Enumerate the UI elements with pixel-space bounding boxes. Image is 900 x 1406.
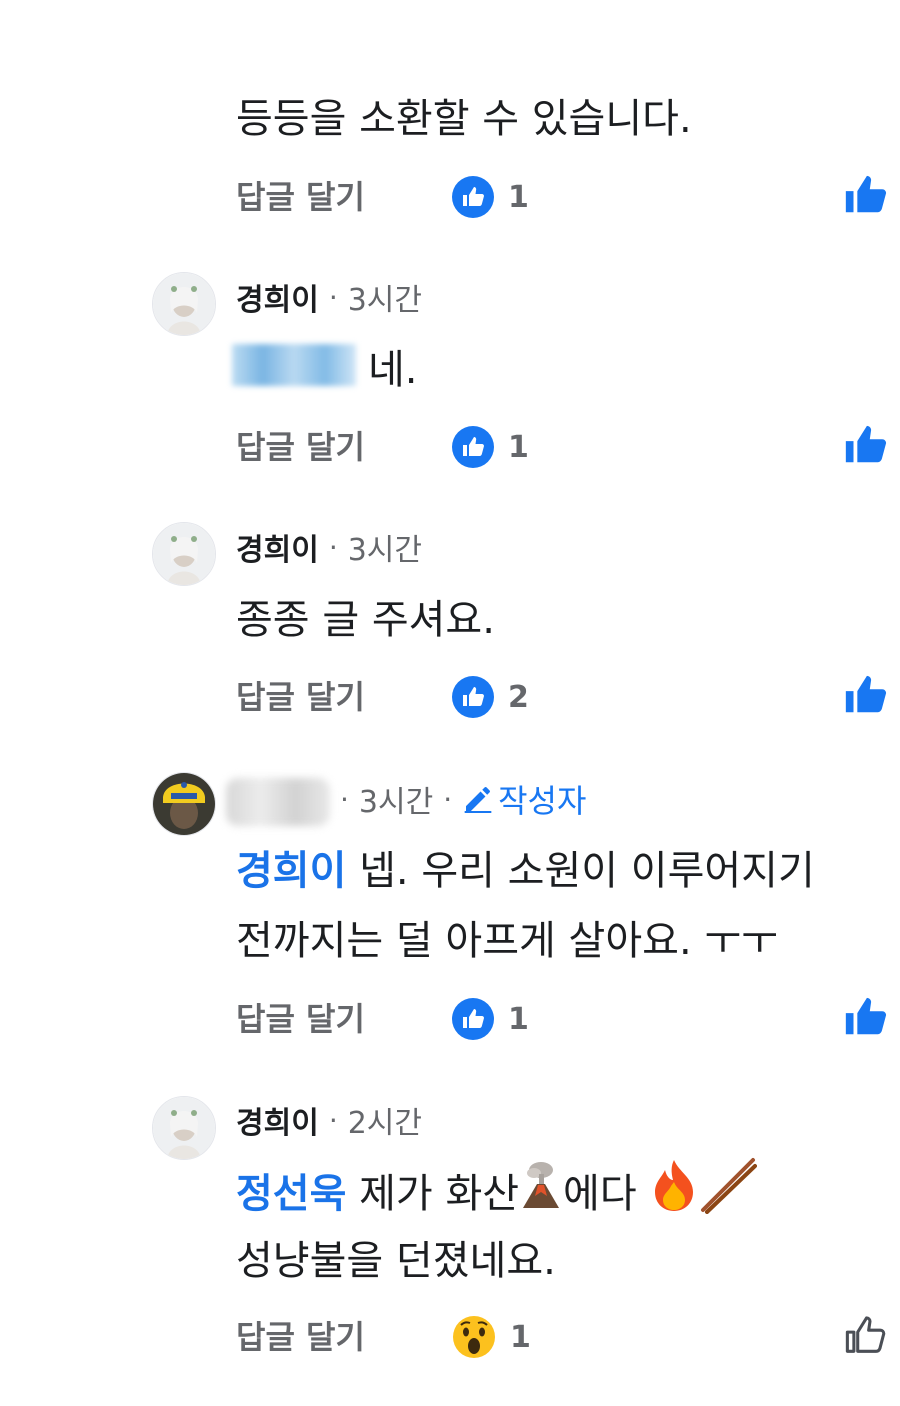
separator: · [328, 530, 338, 564]
reply-button[interactable]: 답글 달기 [236, 422, 365, 472]
thumbs-up-icon [845, 997, 887, 1035]
redacted-name [226, 778, 330, 826]
author-name[interactable]: 경희이 [236, 275, 319, 319]
avatar[interactable] [152, 272, 216, 336]
comment-text: 네. [368, 347, 418, 393]
comment-text-part1: 제가 화산 [359, 1171, 520, 1217]
reaction-summary[interactable]: 2 [452, 676, 529, 718]
like-button[interactable] [842, 994, 888, 1040]
comment-header: · 3시간 · 작성자 [330, 776, 586, 822]
reply-button[interactable]: 답글 달기 [236, 172, 365, 222]
like-button[interactable] [842, 1312, 888, 1358]
avatar[interactable] [152, 1096, 216, 1160]
volcano-emoji [519, 1160, 563, 1232]
author-badge: 작성자 [462, 776, 586, 822]
like-icon [452, 426, 494, 468]
comment-actions: 답글 달기 1 [0, 994, 900, 1044]
mention-link[interactable]: 경희이 [236, 848, 346, 894]
timestamp[interactable]: 3시간 [348, 525, 422, 569]
timestamp[interactable]: 3시간 [359, 777, 433, 821]
comment-header: 경희이 · 3시간 [236, 525, 422, 569]
pencil-icon [464, 787, 492, 813]
comment-actions: 답글 달기 1 [0, 1312, 900, 1362]
thumbs-up-icon [845, 175, 887, 213]
reaction-summary[interactable]: 1 [452, 426, 529, 468]
reaction-summary[interactable]: 1 [452, 176, 529, 218]
reaction-count: 1 [508, 179, 529, 215]
comment-text: 종종 글 주셔요. [236, 597, 495, 643]
comment-header: 경희이 · 2시간 [236, 1098, 422, 1142]
reaction-summary[interactable]: 1 [452, 1316, 531, 1358]
like-icon [452, 998, 494, 1040]
reply-button[interactable]: 답글 달기 [236, 672, 365, 722]
avatar[interactable] [152, 772, 216, 836]
author-name[interactable]: 경희이 [236, 525, 319, 569]
like-button[interactable] [842, 422, 888, 468]
thumbs-up-outline-icon [845, 1316, 886, 1353]
thumbs-up-icon [845, 425, 887, 463]
like-button[interactable] [842, 172, 888, 218]
comment-text: 등등을 소환할 수 있습니다. [236, 96, 692, 142]
comment-actions: 답글 달기 1 [0, 422, 900, 472]
reply-button[interactable]: 답글 달기 [236, 1312, 365, 1362]
comment-text: 경희이 넵. 우리 소원이 이루어지기 [236, 836, 815, 906]
reply-button[interactable]: 답글 달기 [236, 994, 365, 1044]
mention-link[interactable]: 정선욱 [236, 1171, 346, 1217]
redacted-name [232, 344, 356, 386]
chopsticks-emoji [699, 1156, 758, 1236]
thumbs-up-icon [845, 675, 887, 713]
fire-emoji [649, 1158, 699, 1234]
timestamp[interactable]: 2시간 [348, 1098, 422, 1142]
comment-header: 경희이 · 3시간 [236, 275, 422, 319]
separator: · [328, 280, 338, 314]
like-icon [452, 676, 494, 718]
like-icon [452, 176, 494, 218]
separator: · [340, 782, 349, 816]
comment-text: 정선욱 제가 화산 에다 [236, 1156, 758, 1236]
author-badge-label: 작성자 [498, 782, 587, 820]
reaction-count: 1 [508, 1001, 529, 1037]
comment-text-line2: 전까지는 덜 아프게 살아요. ㅜㅜ [236, 918, 778, 964]
reaction-summary[interactable]: 1 [452, 998, 529, 1040]
avatar[interactable] [152, 522, 216, 586]
separator: · [328, 1103, 338, 1137]
like-button[interactable] [842, 672, 888, 718]
separator: · [443, 782, 453, 816]
reaction-count: 1 [508, 429, 529, 465]
author-name[interactable]: 경희이 [236, 1098, 319, 1142]
timestamp[interactable]: 3시간 [348, 275, 422, 319]
comment-text-line1: 넵. 우리 소원이 이루어지기 [359, 848, 815, 894]
reaction-count: 2 [508, 679, 529, 715]
comment-actions: 답글 달기 1 [0, 172, 900, 222]
reaction-count: 1 [510, 1319, 531, 1355]
comment-text-line2: 성냥불을 던졌네요. [236, 1238, 556, 1284]
comment-text-part2: 에다 [563, 1171, 637, 1217]
wow-emoji [452, 1315, 496, 1359]
comment-actions: 답글 달기 2 [0, 672, 900, 722]
